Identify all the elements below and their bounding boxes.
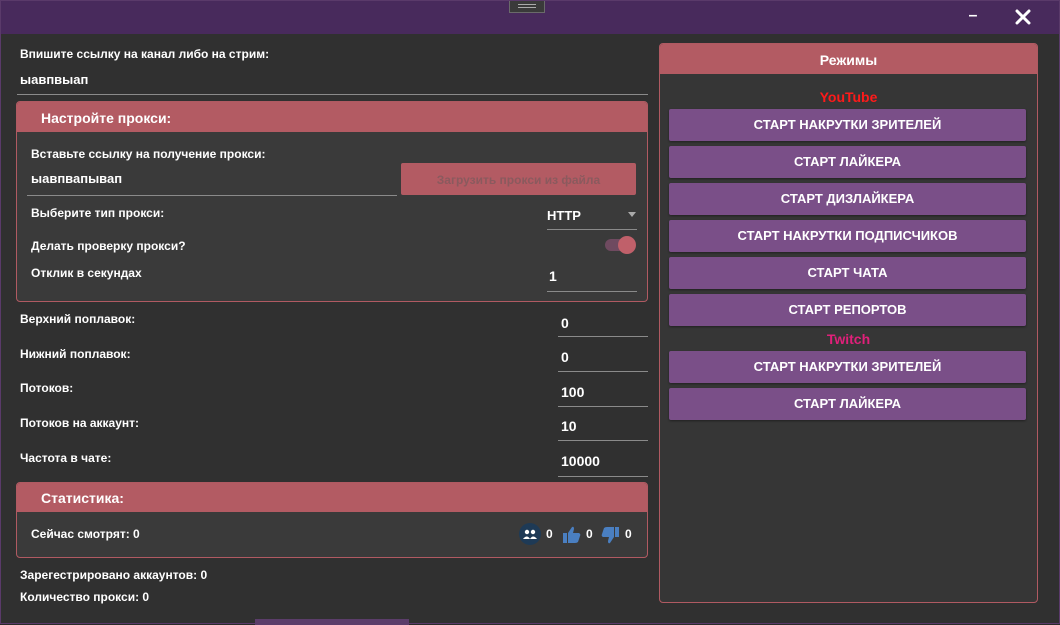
proxy-type-select[interactable]: HTTP bbox=[547, 208, 581, 223]
stats-panel: Статистика: bbox=[16, 482, 648, 558]
channel-input[interactable]: ыавпвыап bbox=[20, 72, 88, 87]
youtube-section-label: YouTube bbox=[819, 89, 878, 105]
stats-panel-title: Статистика: bbox=[17, 483, 647, 512]
youtube-mode-button[interactable]: СТАРТ НАКРУТКИ ПОДПИСЧИКОВ bbox=[669, 220, 1026, 252]
proxy-panel-title: Настройте прокси: bbox=[17, 102, 647, 132]
twitch-section-label: Twitch bbox=[826, 331, 871, 347]
lower-float-input[interactable]: 0 bbox=[561, 349, 569, 365]
threads-per-account-underline bbox=[558, 440, 648, 441]
upper-float-input[interactable]: 0 bbox=[561, 315, 569, 331]
proxy-url-label: Вставьте ссылку на получение прокси: bbox=[31, 147, 266, 161]
threads-per-account-label: Потоков на аккаунт: bbox=[20, 416, 140, 430]
threads-input[interactable]: 100 bbox=[561, 384, 584, 400]
bottom-strip bbox=[255, 619, 409, 625]
threads-per-account-input[interactable]: 10 bbox=[561, 418, 577, 434]
dislikes-count: 0 bbox=[625, 527, 632, 541]
channel-input-underline bbox=[17, 94, 648, 95]
upper-float-label: Верхний поплавок: bbox=[20, 312, 136, 326]
timeout-label: Отклик в секундах bbox=[31, 266, 142, 280]
chat-freq-underline bbox=[558, 476, 648, 477]
close-icon bbox=[1015, 9, 1031, 25]
viewers-count: 0 bbox=[546, 527, 553, 541]
viewers-icon bbox=[519, 523, 541, 545]
lower-float-underline bbox=[558, 371, 648, 372]
threads-underline bbox=[558, 406, 648, 407]
proxy-url-input[interactable]: ыавпвапывап bbox=[31, 171, 122, 186]
chat-freq-input[interactable]: 10000 bbox=[561, 453, 600, 469]
youtube-mode-button[interactable]: СТАРТ ЧАТА bbox=[669, 257, 1026, 289]
proxy-check-label: Делать проверку прокси? bbox=[31, 239, 186, 253]
proxy-url-underline bbox=[27, 195, 397, 196]
app-window: – Впишите ссылку на канал либо на стрим:… bbox=[0, 0, 1060, 625]
minimize-button[interactable]: – bbox=[963, 3, 983, 29]
thumbs-up-icon bbox=[562, 525, 582, 545]
close-button[interactable] bbox=[1011, 5, 1035, 29]
channel-label: Впишите ссылку на канал либо на стрим: bbox=[20, 47, 270, 61]
timeout-input[interactable]: 1 bbox=[549, 268, 557, 284]
lower-float-label: Нижний поплавок: bbox=[20, 347, 131, 361]
proxy-check-toggle-knob[interactable] bbox=[618, 236, 636, 254]
youtube-mode-button[interactable]: СТАРТ РЕПОРТОВ bbox=[669, 294, 1026, 326]
likes-count: 0 bbox=[586, 527, 593, 541]
twitch-mode-button[interactable]: СТАРТ ЛАЙКЕРА bbox=[669, 388, 1026, 420]
load-proxy-file-button[interactable]: Загрузить прокси из файла bbox=[401, 163, 636, 195]
registered-accounts: Зарегестрировано аккаунтов: 0 bbox=[20, 568, 208, 582]
twitch-mode-button[interactable]: СТАРТ НАКРУТКИ ЗРИТЕЛЕЙ bbox=[669, 351, 1026, 383]
modes-title: Режимы bbox=[660, 44, 1037, 74]
youtube-mode-button[interactable]: СТАРТ ЛАЙКЕРА bbox=[669, 146, 1026, 178]
proxy-type-underline bbox=[547, 229, 637, 230]
proxy-count: Количество прокси: 0 bbox=[20, 590, 150, 604]
threads-label: Потоков: bbox=[20, 381, 74, 395]
proxy-type-label: Выберите тип прокси: bbox=[31, 206, 165, 220]
timeout-underline bbox=[547, 291, 637, 292]
title-bar[interactable]: – bbox=[1, 1, 1059, 34]
chat-freq-label: Частота в чате: bbox=[20, 451, 112, 465]
upper-float-underline bbox=[558, 336, 648, 337]
youtube-mode-button[interactable]: СТАРТ ДИЗЛАЙКЕРА bbox=[669, 183, 1026, 215]
chevron-down-icon[interactable] bbox=[628, 212, 636, 217]
watching-count: Сейчас смотрят: 0 bbox=[31, 527, 140, 541]
youtube-mode-button[interactable]: СТАРТ НАКРУТКИ ЗРИТЕЛЕЙ bbox=[669, 109, 1026, 141]
thumbs-down-icon bbox=[600, 525, 620, 545]
drag-handle[interactable] bbox=[509, 1, 545, 13]
